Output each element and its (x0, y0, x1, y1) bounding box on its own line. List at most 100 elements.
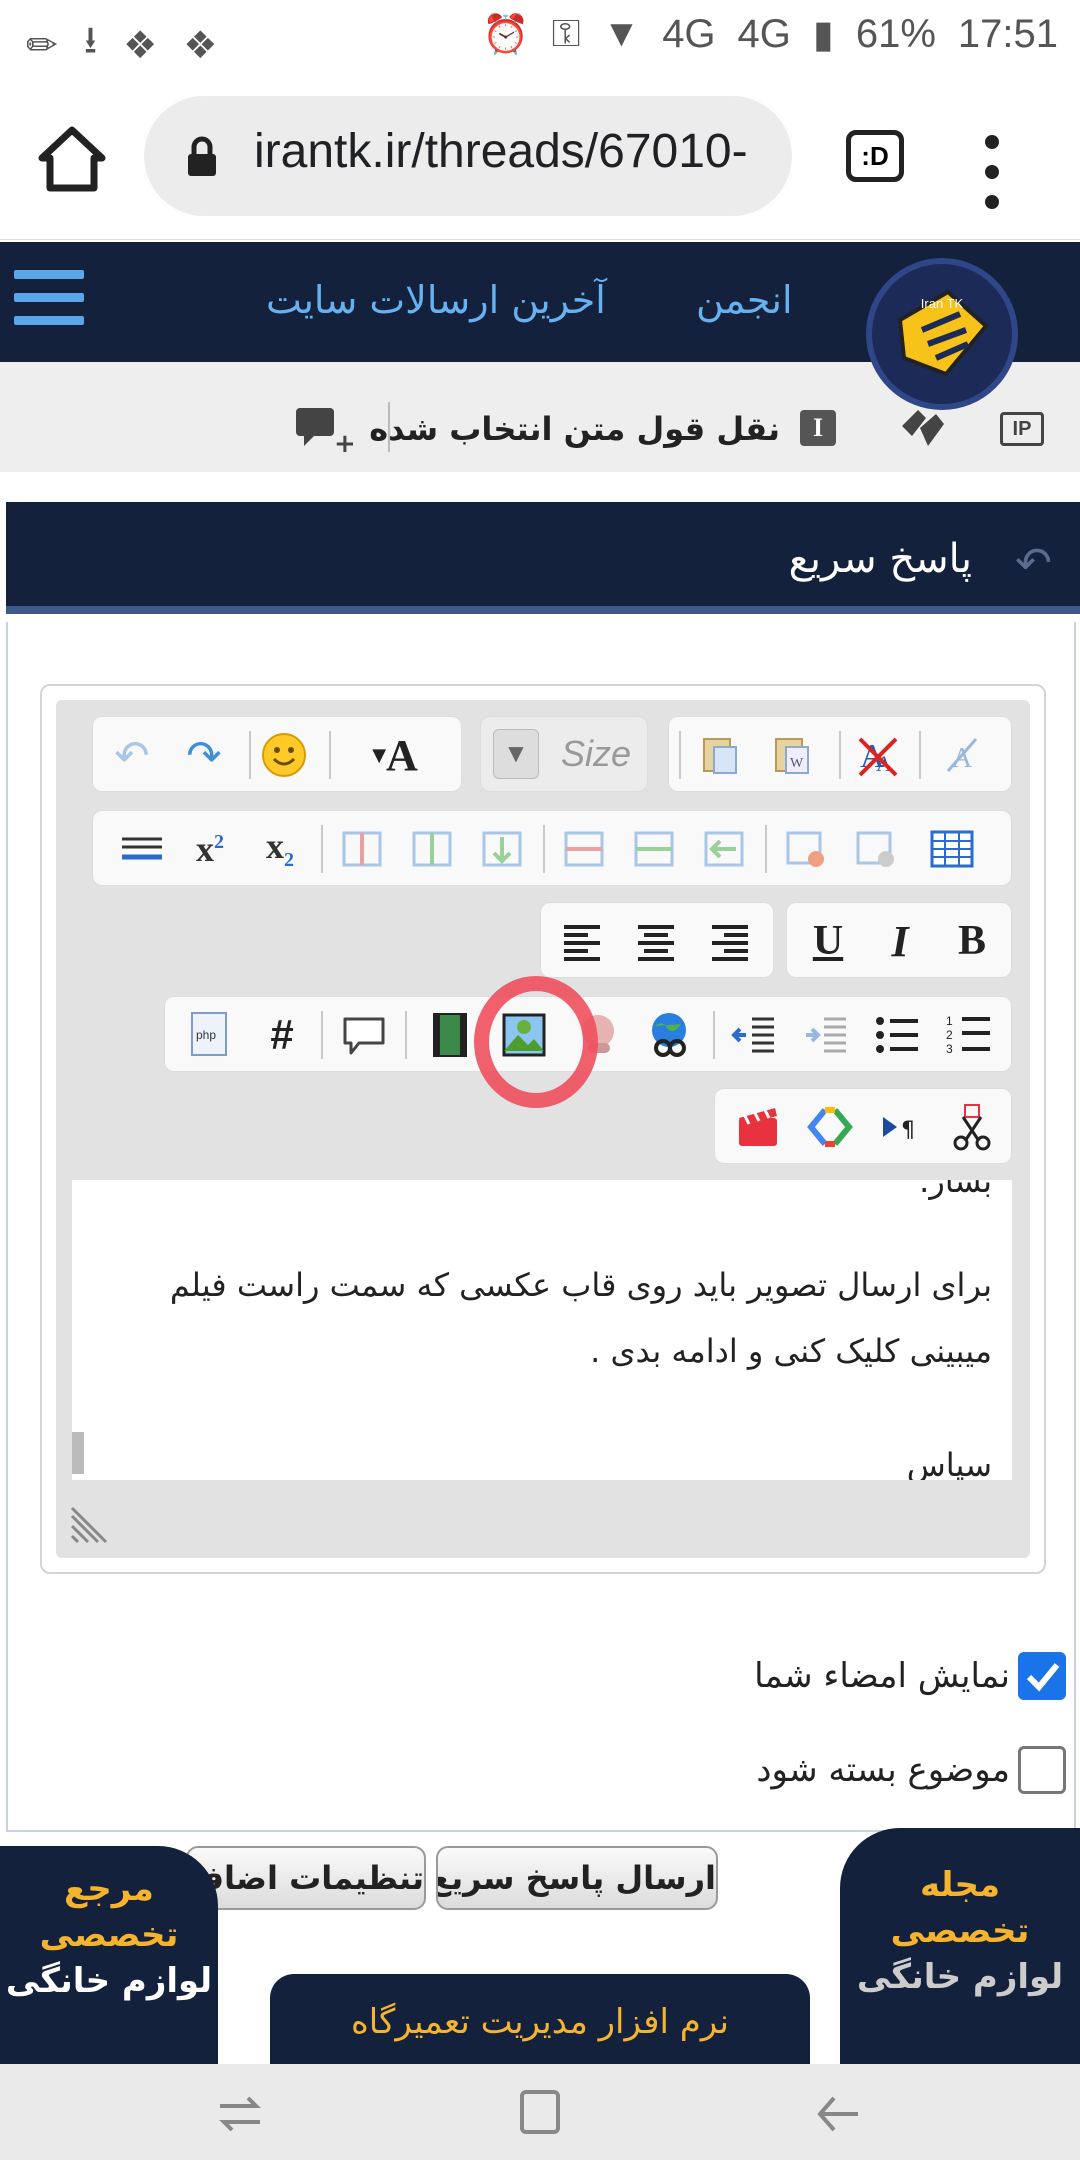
insert-row-after-icon[interactable] (625, 820, 683, 878)
ad-left[interactable]: مرجع تخصصی لوازم خانگی (0, 1846, 218, 2064)
superscript-icon[interactable]: x2 (181, 820, 239, 878)
indent-icon[interactable] (797, 1006, 855, 1064)
text-quote-icon[interactable]: I (800, 410, 836, 446)
quote-bubble-icon[interactable] (335, 1006, 393, 1064)
insert-link-icon[interactable] (641, 1006, 699, 1064)
send-quick-reply-button[interactable]: ارسال پاسخ سریع (436, 1846, 718, 1910)
quote-selected-text-label[interactable]: نقل قول متن انتخاب شده (369, 410, 780, 448)
show-signature-checkbox[interactable] (1018, 1652, 1066, 1700)
svg-text:2: 2 (946, 1028, 953, 1042)
option-close-topic[interactable]: موضوع بسته شود (756, 1746, 1066, 1794)
size-placeholder: Size (561, 733, 632, 774)
editor-line-1: بشار. (919, 1180, 992, 1200)
undo-icon[interactable]: ↶ (103, 726, 161, 784)
ad-bottom-banner[interactable]: نرم افزار مدیریت تعمیرگاه (270, 1974, 810, 2074)
underline-icon[interactable]: U (799, 912, 857, 970)
insert-table-icon[interactable] (923, 820, 981, 878)
url-field[interactable]: irantk.ir/threads/67010- (144, 96, 792, 216)
more-menu-icon[interactable] (980, 132, 1004, 212)
status-right-icons: ⏰ ⚿ ▼ 4G 4G ▮ 61% 17:51 (482, 12, 1058, 57)
table-properties-icon[interactable] (847, 820, 905, 878)
cut-icon[interactable] (943, 1098, 1001, 1156)
paste-icon[interactable] (691, 726, 749, 784)
bold-icon[interactable]: B (943, 912, 1001, 970)
toolbar-separator (713, 1011, 715, 1059)
resize-handle-icon[interactable] (70, 1506, 108, 1544)
insert-column-before-icon[interactable] (333, 820, 391, 878)
align-right-icon[interactable] (701, 912, 759, 970)
tab-switcher-button[interactable]: :D (846, 130, 904, 182)
nav-latest-posts[interactable]: آخرین ارسالات سایت (266, 278, 606, 322)
insert-video-icon[interactable] (421, 1006, 479, 1064)
ad-left-line1: مرجع (64, 1869, 154, 1909)
svg-text:3: 3 (946, 1042, 953, 1056)
font-size-select[interactable]: ▼ Size (480, 716, 648, 792)
toolbar-group-table: x2 x2 (92, 810, 1012, 886)
svg-text:php: php (196, 1028, 216, 1042)
bullet-list-icon[interactable] (869, 1006, 927, 1064)
delete-column-icon[interactable] (473, 820, 531, 878)
toolbar-separator (543, 825, 545, 873)
vpn-key-icon: ⚿ (551, 13, 581, 55)
svg-text:¶: ¶ (901, 1118, 915, 1143)
extra-settings-button[interactable]: تنظیمات اضافی (186, 1846, 426, 1910)
insert-column-after-icon[interactable] (403, 820, 461, 878)
toolbar-separator (329, 731, 331, 779)
like-icon[interactable] (896, 406, 948, 450)
ad-right[interactable]: مجله تخصصی لوازم خانگی (840, 1828, 1080, 2064)
wifi-icon: ▼ (602, 13, 641, 55)
remove-format-icon[interactable]: AA (849, 726, 907, 784)
horizontal-rule-icon[interactable] (113, 820, 171, 878)
outdent-icon[interactable] (725, 1006, 783, 1064)
paste-word-icon[interactable]: W (763, 726, 821, 784)
insert-row-before-icon[interactable] (555, 820, 613, 878)
align-center-icon[interactable] (627, 912, 685, 970)
annotation-circle (474, 976, 598, 1108)
toolbar-separator (321, 825, 323, 873)
option-show-signature[interactable]: نمایش امضاء شما (754, 1652, 1066, 1700)
battery-icon: ▮ (812, 14, 834, 56)
status-left-icons: ✏ ⭳ ❖ ❖ (26, 12, 217, 77)
font-color-icon[interactable]: ▼ A (355, 726, 435, 784)
text-direction-icon[interactable]: A (935, 726, 993, 784)
site-logo[interactable]: Iran TK (866, 258, 1018, 410)
delete-row-icon[interactable] (695, 820, 753, 878)
toolbar-separator (405, 1011, 407, 1059)
hashtag-icon[interactable]: # (253, 1006, 311, 1064)
paragraph-direction-icon[interactable]: ¶ (873, 1098, 931, 1156)
numbered-list-icon[interactable]: 123 (941, 1006, 999, 1064)
close-topic-checkbox[interactable] (1018, 1746, 1066, 1794)
home-nav-icon[interactable] (518, 2088, 562, 2136)
messages-icon: ✏ (26, 22, 58, 67)
logo-text: Iran TK (921, 296, 964, 311)
delete-table-icon[interactable] (777, 820, 835, 878)
scrollbar-thumb[interactable] (72, 1432, 84, 1474)
message-textarea[interactable]: بشار. برای ارسال تصویر باید روی قاب عکسی… (72, 1180, 1012, 1480)
twitter-icon: ❖ (123, 22, 158, 67)
toolbar-group-undo: ↶ ↷ ▼ A (92, 716, 462, 792)
toolbar-separator (839, 731, 841, 779)
home-icon[interactable] (36, 124, 108, 194)
quick-reply-header: ↶ پاسخ سریع (6, 502, 1080, 614)
smiley-icon[interactable] (255, 726, 313, 784)
status-bar: ✏ ⭳ ❖ ❖ ⏰ ⚿ ▼ 4G 4G ▮ 61% 17:51 (0, 0, 1080, 74)
recents-icon[interactable] (216, 2092, 264, 2136)
logo-graphic: Iran TK (897, 289, 989, 377)
italic-icon[interactable]: I (871, 912, 929, 970)
multi-quote-icon[interactable]: + (294, 406, 354, 454)
code-embed-icon[interactable] (801, 1098, 859, 1156)
align-left-icon[interactable] (553, 912, 611, 970)
editor-line-2: برای ارسال تصویر باید روی قاب عکسی که سم… (169, 1266, 992, 1304)
nav-forum[interactable]: انجمن (696, 278, 793, 322)
ip-icon[interactable]: IP (1000, 412, 1044, 446)
redo-icon[interactable]: ↷ (175, 726, 233, 784)
network-label-1: 4G (662, 12, 716, 56)
subscript-icon[interactable]: x2 (251, 820, 309, 878)
clock: 17:51 (957, 12, 1058, 56)
back-icon[interactable] (814, 2092, 862, 2136)
hamburger-menu-icon[interactable] (14, 270, 84, 328)
php-code-icon[interactable]: php (181, 1006, 239, 1064)
battery-percent: 61% (855, 12, 936, 56)
film-icon[interactable] (729, 1098, 787, 1156)
svg-text:1: 1 (946, 1014, 953, 1028)
